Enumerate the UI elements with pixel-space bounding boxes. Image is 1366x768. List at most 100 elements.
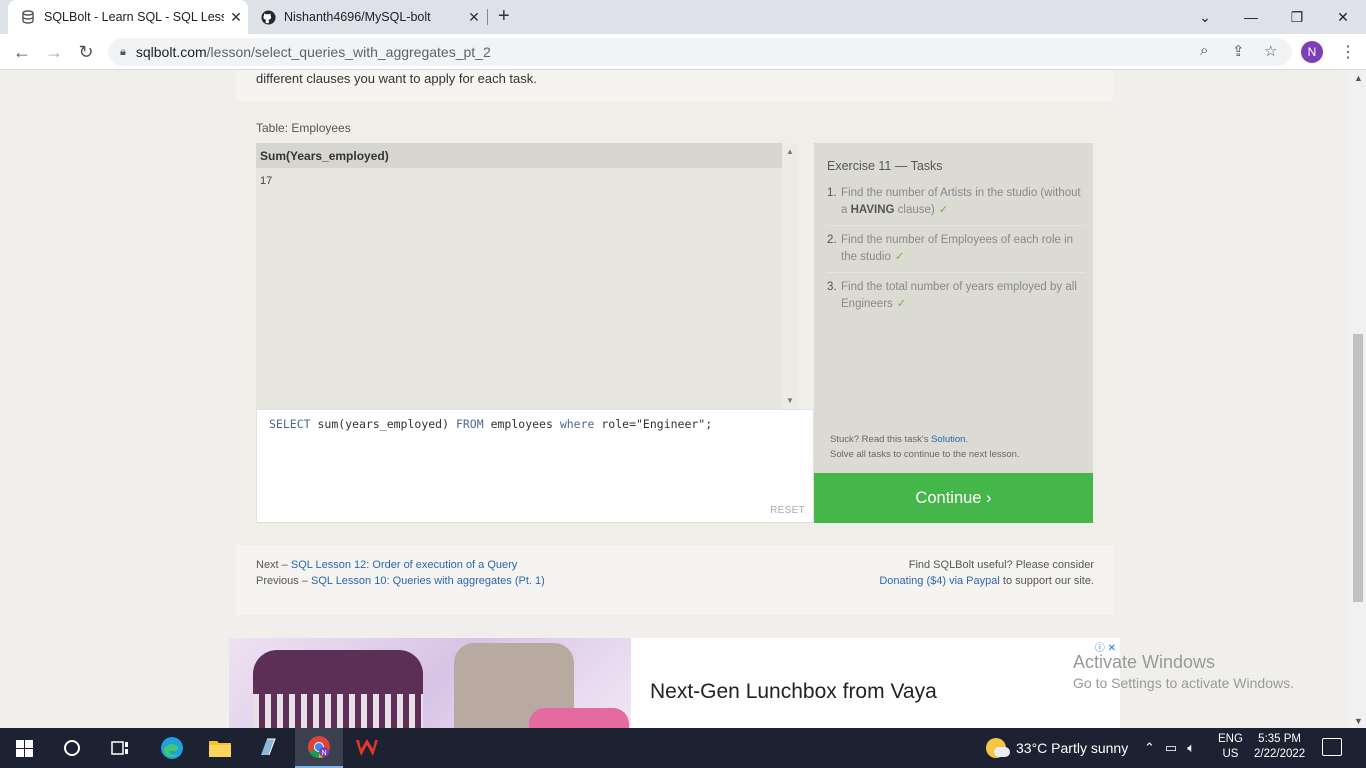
reset-button[interactable]: RESET (770, 505, 805, 516)
bookmark-star-icon[interactable]: ☆ (1264, 42, 1277, 60)
tasks-panel: Exercise 11 — Tasks 1. Find the number of… (814, 143, 1093, 473)
zoom-icon[interactable]: ⌕ (1200, 42, 1208, 59)
address-bar[interactable]: 🔒︎ sqlbolt.com/lesson/select_queries_wit… (108, 38, 1292, 66)
task-view-icon[interactable] (96, 728, 144, 768)
task-number: 3. (827, 281, 837, 293)
search-circle-icon[interactable] (48, 728, 96, 768)
share-icon[interactable]: ⇪ (1232, 42, 1245, 60)
battery-icon[interactable]: ▭ (1165, 740, 1177, 756)
support-note: Find SQLBolt useful? Please consider Don… (879, 557, 1094, 589)
task-number: 1. (827, 187, 837, 199)
region-code: US (1222, 748, 1239, 760)
checkmark-icon: ✓ (894, 251, 905, 263)
task-bold: HAVING (850, 204, 895, 216)
sql-keyword-where: where (559, 417, 595, 431)
language-indicator[interactable]: ENG US (1218, 732, 1243, 762)
result-scrollbar[interactable]: ▲ ▼ (782, 143, 798, 409)
previous-lesson-link[interactable]: SQL Lesson 10: Queries with aggregates (… (311, 575, 545, 587)
tab-title: SQLBolt - Learn SQL - SQL Lesso (44, 10, 224, 24)
show-hidden-icons-chevron-icon[interactable]: ⌃ (1144, 740, 1155, 756)
scroll-up-icon[interactable]: ▲ (1354, 73, 1363, 83)
windows-start-icon[interactable] (0, 728, 48, 768)
weather-widget[interactable]: 33°C Partly sunny (986, 728, 1128, 768)
minimize-icon[interactable]: — (1228, 0, 1274, 34)
sql-editor[interactable]: SELECT sum(years_employed) FROM employee… (256, 409, 814, 523)
tasks-title: Exercise 11 — Tasks (827, 159, 943, 173)
tab-title: Nishanth4696/MySQL-bolt (284, 10, 431, 24)
close-window-icon[interactable]: ✕ (1320, 0, 1366, 34)
close-tab-icon[interactable]: ✕ (462, 9, 486, 26)
back-arrow-icon[interactable]: ← (10, 40, 34, 64)
weather-text: 33°C Partly sunny (1016, 740, 1129, 756)
stuck-prefix: Stuck? Read this task's (830, 434, 932, 445)
scroll-down-icon[interactable]: ▼ (786, 396, 794, 405)
close-tab-icon[interactable]: ✕ (224, 9, 248, 26)
lunchbox-shape (529, 708, 629, 728)
browser-toolbar: ← → ↻ 🔒︎ sqlbolt.com/lesson/select_queri… (0, 34, 1366, 70)
lesson-panel: different clauses you want to apply for … (236, 71, 1113, 615)
edge-browser-icon[interactable] (148, 728, 196, 768)
svg-text:N: N (321, 750, 326, 757)
stuck-suffix: . (965, 434, 969, 445)
continue-button[interactable]: Continue › (814, 473, 1093, 523)
page-viewport: different clauses you want to apply for … (0, 71, 1350, 728)
intro-text: different clauses you want to apply for … (236, 71, 1113, 101)
lesson-navigation: Next – SQL Lesson 12: Order of execution… (256, 557, 545, 589)
table-label: Table: Employees (256, 121, 351, 135)
sql-condition: role="Engineer"; (594, 417, 713, 431)
query-result-table: Sum(Years_employed) 17 ▲ ▼ (256, 143, 798, 409)
checkmark-icon: ✓ (896, 298, 907, 310)
task-item: 1. Find the number of Artists in the stud… (827, 185, 1085, 226)
page-scrollbar[interactable]: ▲ ▼ (1350, 71, 1366, 728)
volume-icon[interactable]: 🔈︎ (1187, 740, 1195, 756)
tab-search-chevron-icon[interactable]: ⌄ (1182, 0, 1228, 34)
notification-center-icon[interactable] (1322, 738, 1342, 756)
scrollbar-thumb[interactable] (1353, 334, 1363, 602)
task-number: 2. (827, 234, 837, 246)
tab-sqlbolt[interactable]: SQLBolt - Learn SQL - SQL Lesso ✕ (8, 0, 248, 34)
solve-all-text: Solve all tasks to continue to the next … (830, 449, 1020, 460)
lock-icon: 🔒︎ (120, 45, 126, 58)
github-icon (260, 9, 276, 25)
clock-time: 5:35 PM (1258, 733, 1301, 745)
advertisement-banner[interactable]: Next-Gen Lunchbox from Vaya ⓘ ✕ (229, 638, 1120, 728)
forward-arrow-icon[interactable]: → (42, 40, 66, 64)
task-text: Find the total number of years employed … (841, 281, 1077, 310)
browser-tab-bar: SQLBolt - Learn SQL - SQL Lesso ✕ Nishan… (0, 0, 1366, 34)
activate-windows-watermark: Activate Windows Go to Settings to activ… (1073, 652, 1294, 691)
checkmark-icon: ✓ (938, 204, 949, 216)
watermark-title: Activate Windows (1073, 652, 1216, 672)
scroll-down-icon[interactable]: ▼ (1354, 716, 1363, 726)
stuck-help: Stuck? Read this task's Solution. Solve … (830, 432, 1020, 462)
donate-link[interactable]: Donating ($4) via Paypal (879, 575, 999, 587)
task-list: 1. Find the number of Artists in the stud… (827, 185, 1085, 325)
windows-taskbar: N 33°C Partly sunny ⌃ ▭ 🔈︎ ENG US 5:35 P… (0, 728, 1366, 768)
file-explorer-icon[interactable] (196, 728, 244, 768)
sql-expression: sum(years_employed) (310, 417, 456, 431)
ad-image[interactable] (229, 638, 631, 728)
menu-kebab-icon[interactable]: ⋮ (1340, 42, 1356, 62)
result-cell: 17 (260, 175, 273, 187)
task-item: 3. Find the total number of years employe… (827, 279, 1085, 319)
sql-code[interactable]: SELECT sum(years_employed) FROM employee… (269, 417, 712, 431)
url-domain: sqlbolt.com (135, 44, 207, 60)
scroll-up-icon[interactable]: ▲ (786, 147, 794, 156)
chrome-icon[interactable]: N (295, 728, 343, 768)
partly-sunny-icon (986, 738, 1010, 758)
restore-icon[interactable]: ❐ (1274, 0, 1320, 34)
clock[interactable]: 5:35 PM 2/22/2022 (1254, 732, 1305, 762)
ad-headline[interactable]: Next-Gen Lunchbox from Vaya (650, 680, 937, 704)
reload-icon[interactable]: ↻ (74, 40, 98, 64)
new-tab-plus-icon[interactable]: + (498, 5, 510, 28)
wps-office-icon[interactable] (343, 728, 391, 768)
tab-separator (487, 9, 488, 25)
lunchbox-shape (253, 650, 423, 728)
sql-table: employees (483, 417, 560, 431)
next-lesson-link[interactable]: SQL Lesson 12: Order of execution of a Q… (291, 559, 517, 571)
notes-app-icon[interactable] (244, 728, 292, 768)
sql-keyword-from: FROM (455, 417, 484, 431)
tab-github[interactable]: Nishanth4696/MySQL-bolt ✕ (250, 0, 486, 34)
database-icon (20, 9, 36, 25)
profile-avatar[interactable]: N (1301, 41, 1323, 63)
solution-link[interactable]: Solution (931, 434, 965, 445)
